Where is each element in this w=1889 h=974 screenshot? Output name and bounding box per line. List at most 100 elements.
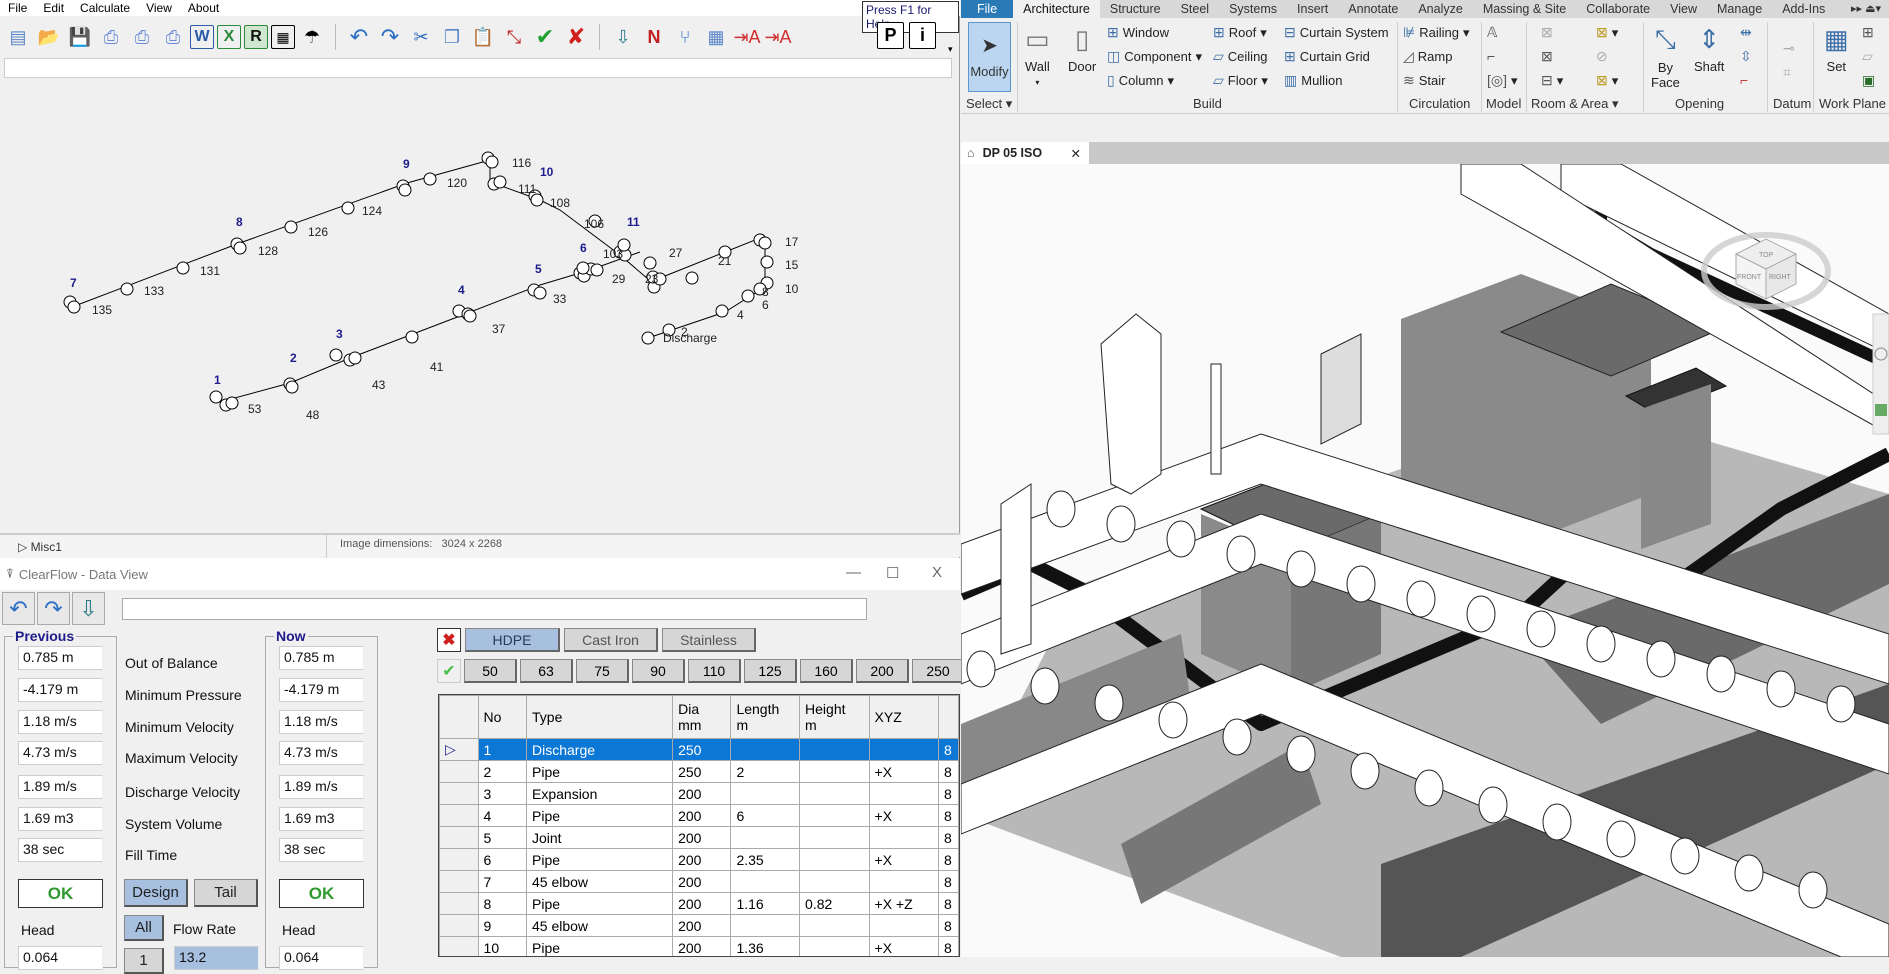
row-header[interactable] — [439, 914, 479, 937]
cell-height[interactable]: 0.82 — [799, 892, 870, 915]
cell-type[interactable]: Discharge — [525, 738, 674, 761]
pipe-node[interactable] — [176, 261, 190, 275]
cell-height[interactable] — [799, 826, 870, 849]
all-button[interactable]: All — [124, 915, 164, 941]
cell-type[interactable]: Expansion — [525, 782, 674, 805]
misc1-expander[interactable]: ▷ Misc1 — [18, 540, 62, 554]
pipe-network-diagram[interactable]: 1 2 3 4 5 6 7 8 9 10 11 135 133 131 128 126 124 120 116 111… — [0, 80, 960, 530]
cell-dia[interactable]: 200 — [672, 914, 732, 937]
3d-viewport[interactable]: TOP FRONT RIGHT — [961, 164, 1889, 957]
cell-more[interactable]: 8 — [937, 738, 959, 761]
table-row[interactable]: 6 Pipe 200 2.35 +X 8 — [439, 848, 959, 871]
pipe-node[interactable] — [398, 183, 412, 197]
component-button[interactable]: ◫ Component ▾ — [1107, 48, 1202, 65]
close-button[interactable]: X — [932, 564, 942, 581]
one-button[interactable]: 1 — [124, 948, 164, 974]
vertical-opening-button[interactable]: ⇳ — [1740, 48, 1752, 65]
mullion-button[interactable]: ▥ Mullion — [1284, 72, 1342, 89]
cell-length[interactable] — [730, 826, 801, 849]
grid-button[interactable]: ⌗ — [1783, 64, 1791, 81]
column-header-no[interactable]: No — [477, 695, 528, 739]
cell-xyz[interactable]: +X +Z — [868, 892, 939, 915]
ceiling-button[interactable]: ▱ Ceiling — [1213, 48, 1268, 65]
pipe-node[interactable] — [576, 261, 590, 275]
pipe-node[interactable] — [643, 256, 657, 270]
print-icon[interactable]: ⎙ — [97, 22, 125, 52]
cell-dia[interactable]: 200 — [672, 892, 732, 915]
cell-xyz[interactable]: +X — [868, 936, 939, 956]
pipe-node[interactable] — [120, 282, 134, 296]
cell-length[interactable] — [730, 738, 801, 761]
row-header[interactable] — [439, 892, 479, 915]
menu-edit[interactable]: Edit — [35, 0, 72, 16]
check-icon[interactable]: ✔ — [531, 22, 559, 52]
ribbon-tab-steel[interactable]: Steel — [1171, 0, 1220, 18]
cell-more[interactable]: 8 — [937, 914, 959, 937]
cell-xyz[interactable]: +X — [868, 760, 939, 783]
table-row[interactable]: 8 Pipe 200 1.16 0.82 +X +Z 8 — [439, 892, 959, 915]
cell-xyz[interactable] — [868, 738, 939, 761]
cell-length[interactable]: 1.36 — [730, 936, 801, 956]
cell-dia[interactable]: 200 — [672, 804, 732, 827]
row-header[interactable] — [439, 804, 479, 827]
cell-length[interactable] — [730, 914, 801, 937]
flow-rate-input[interactable]: 13.2 — [174, 946, 259, 970]
ribbon-tab-analyze[interactable]: Analyze — [1408, 0, 1472, 18]
cell-length[interactable] — [730, 782, 801, 805]
undo-icon[interactable]: ↶ — [2, 592, 35, 625]
pipe-data-grid[interactable]: No Type Dia mm Length m Height m XYZ ▷ 1 D… — [438, 694, 960, 957]
pipe-node[interactable] — [67, 300, 81, 314]
room-tag-button[interactable]: ⊟ ▾ — [1541, 72, 1563, 89]
cell-height[interactable] — [799, 760, 870, 783]
diameter-90[interactable]: 90 — [632, 659, 685, 683]
cell-height[interactable] — [799, 804, 870, 827]
pipe-node[interactable] — [685, 271, 699, 285]
grid-icon[interactable]: ▦ — [271, 25, 295, 49]
pipe-node[interactable] — [463, 309, 477, 323]
cell-type[interactable]: Pipe — [525, 848, 674, 871]
material-hdpe[interactable]: HDPE — [465, 628, 560, 652]
outlet-icon[interactable]: ⇩ — [72, 592, 105, 625]
menu-calculate[interactable]: Calculate — [72, 0, 138, 16]
ribbon-tab-file[interactable]: File — [961, 0, 1014, 18]
umbrella-icon[interactable]: ☂ — [298, 22, 326, 52]
cell-more[interactable]: 8 — [937, 760, 959, 783]
cell-xyz[interactable] — [868, 914, 939, 937]
modify-button[interactable]: ➤ Modify — [968, 22, 1011, 92]
delete-icon[interactable]: ✘ — [562, 22, 590, 52]
column-header-length[interactable]: Length m — [730, 695, 801, 739]
cell-dia[interactable]: 250 — [672, 760, 732, 783]
menu-view[interactable]: View — [138, 0, 180, 16]
cell-more[interactable]: 8 — [937, 936, 959, 956]
outlet-new-icon[interactable]: N — [640, 22, 668, 52]
cell-type[interactable]: Joint — [525, 826, 674, 849]
maximize-button[interactable]: ☐ — [886, 564, 899, 582]
p-button[interactable]: P — [877, 22, 904, 49]
paste-icon[interactable]: 📋 — [469, 22, 497, 52]
print-preview-icon[interactable]: ⎙ — [159, 22, 187, 52]
cell-type[interactable]: 45 elbow — [525, 914, 674, 937]
word-export-icon[interactable]: W — [190, 25, 214, 49]
ribbon-tab-annotate[interactable]: Annotate — [1338, 0, 1408, 18]
table-row[interactable]: ▷ 1 Discharge 250 8 — [439, 738, 959, 761]
ref-plane-button[interactable]: ▱ — [1862, 48, 1873, 65]
diagram-canvas[interactable]: 1234567891011135133131128126124120116111… — [0, 80, 960, 530]
print-setup-icon[interactable]: ⎙ — [128, 22, 156, 52]
show-work-plane-button[interactable]: ⊞ — [1862, 24, 1874, 41]
pipe-node[interactable] — [423, 172, 437, 186]
table-row[interactable]: 5 Joint 200 8 — [439, 826, 959, 849]
dormer-button[interactable]: ⌐ — [1740, 72, 1748, 88]
pipe-node[interactable] — [641, 331, 655, 345]
table-row[interactable]: 9 45 elbow 200 8 — [439, 914, 959, 937]
roof-button[interactable]: ⊞ Roof ▾ — [1213, 24, 1267, 41]
cell-no[interactable]: 10 — [477, 936, 528, 956]
column-header-more[interactable] — [937, 695, 959, 739]
cell-height[interactable] — [799, 870, 870, 893]
cell-dia[interactable]: 200 — [672, 782, 732, 805]
cell-dia[interactable]: 250 — [672, 738, 732, 761]
cell-length[interactable] — [730, 870, 801, 893]
cell-dia[interactable]: 200 — [672, 848, 732, 871]
material-stainless[interactable]: Stainless — [662, 628, 756, 652]
cell-type[interactable]: Pipe — [525, 892, 674, 915]
cell-no[interactable]: 3 — [477, 782, 528, 805]
